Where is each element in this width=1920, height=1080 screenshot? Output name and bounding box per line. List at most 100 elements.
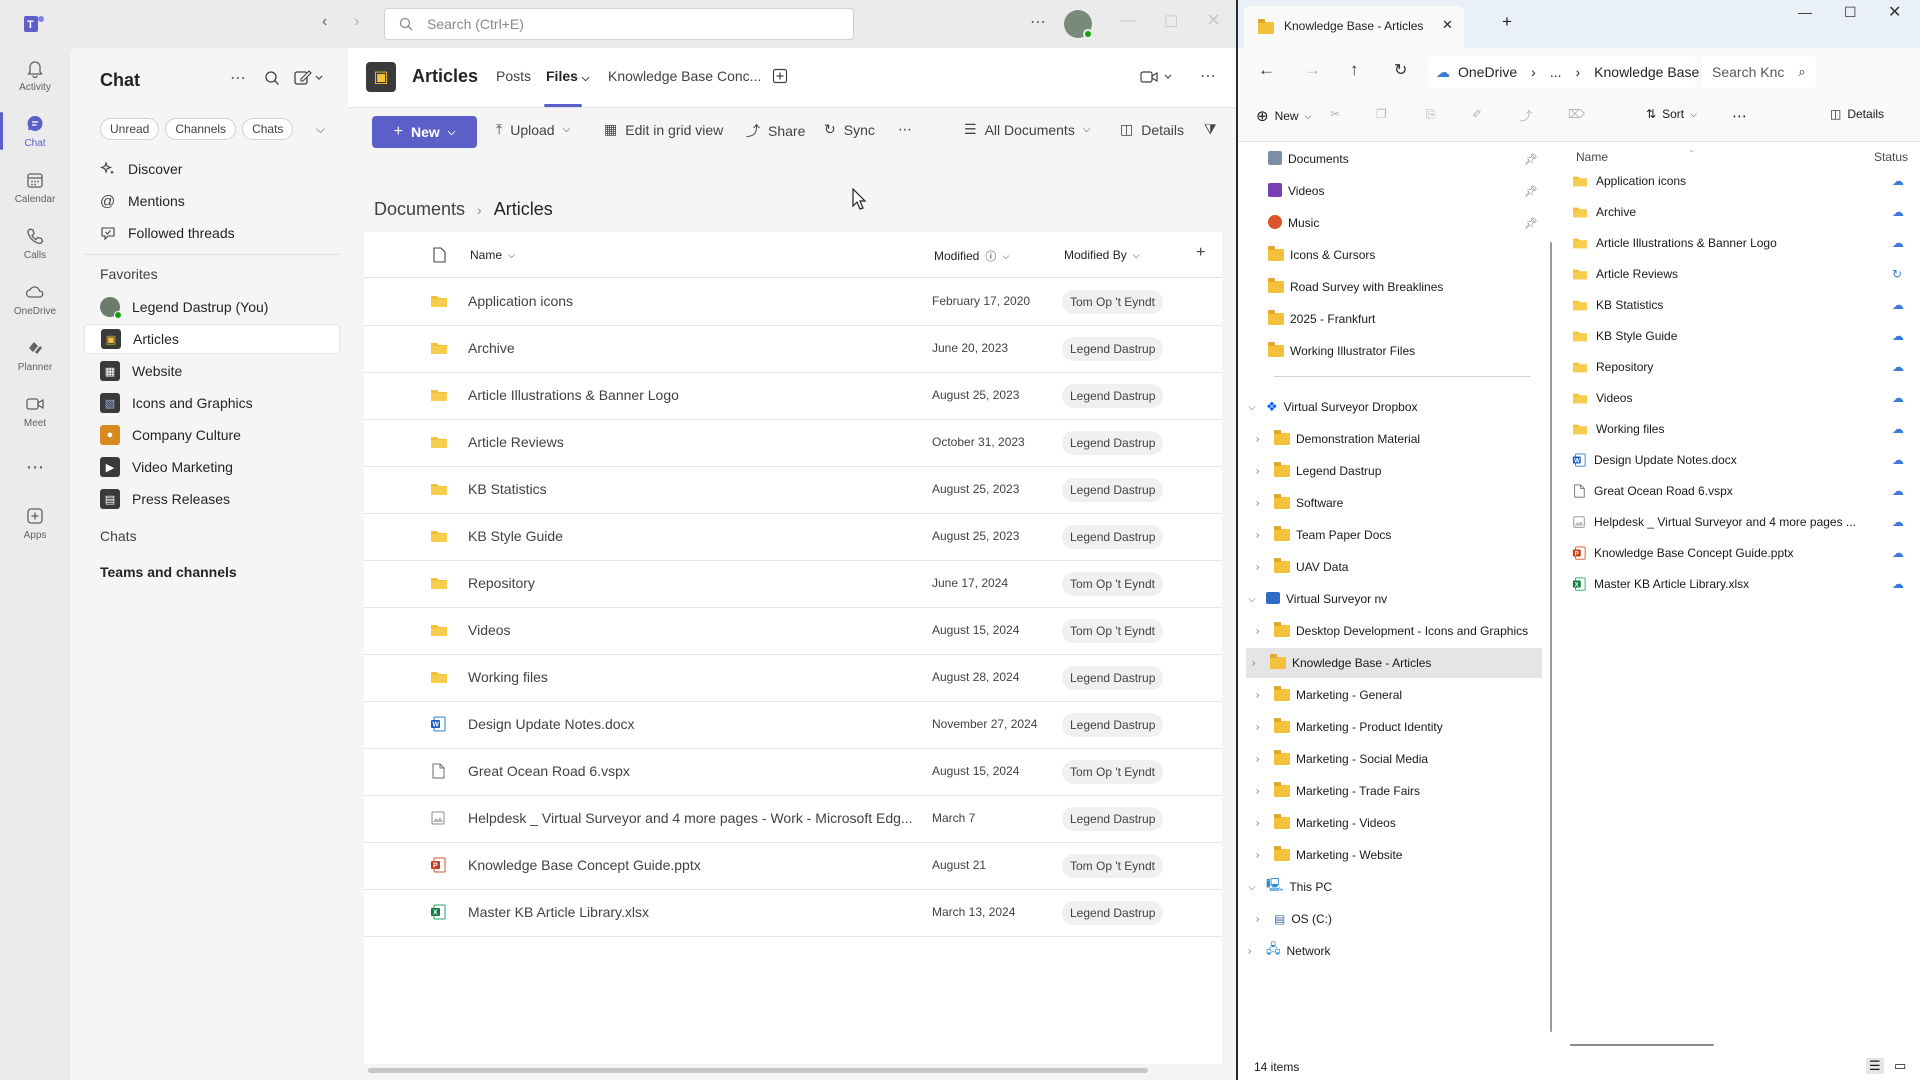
list-item[interactable]: Article Illustrations & Banner Logo ☁ [1558,228,1920,258]
list-item[interactable]: Repository ☁ [1558,352,1920,382]
list-item[interactable]: Videos ☁ [1558,383,1920,413]
file-modified-by[interactable]: Legend Dastrup [1062,431,1164,455]
nav-tree-item[interactable]: ⌵ ❖ Virtual Surveyor Dropbox [1248,392,1532,422]
share-button[interactable]: ⤴ Share [746,121,805,141]
address-bar[interactable]: ☁ OneDrive › ... › Knowledge Base - Arti [1428,56,1732,88]
close-tab-icon[interactable]: ✕ [1442,17,1453,33]
status-column-header[interactable]: Status [1874,150,1908,164]
up-arrow-icon[interactable]: ↑ [1350,60,1359,80]
tab-posts[interactable]: Posts [496,68,531,84]
chevron-right-icon[interactable]: › [1256,466,1268,477]
back-arrow-icon[interactable]: ← [1258,60,1275,80]
sync-button[interactable]: ↻ Sync [824,121,875,138]
nav-tree-item[interactable]: › ▤ OS (C:) [1256,904,1532,934]
tab-knowledge-base[interactable]: Knowledge Base Conc... [608,68,761,84]
chevron-right-icon[interactable]: › [1256,786,1268,797]
minimize-button[interactable]: — [1798,4,1812,20]
file-modified-by[interactable]: Legend Dastrup [1062,337,1164,361]
file-modified-by[interactable]: Legend Dastrup [1062,713,1164,737]
file-modified-by[interactable]: Tom Op 't Eyndt [1062,619,1163,643]
favorite-legend-dastrup[interactable]: Legend Dastrup (You) [84,292,340,322]
file-name[interactable]: Videos [468,622,511,638]
list-item[interactable]: Archive ☁ [1558,197,1920,227]
upload-button[interactable]: ⤒ Upload ⌵ [496,121,570,138]
forward-arrow-icon[interactable]: → [1304,60,1321,80]
sort-button[interactable]: ⇅ Sort ⌵ [1646,107,1697,121]
nav-tree-item[interactable]: › 🖧︎ Network [1248,936,1532,966]
quick-access-item[interactable]: Icons & Cursors [1268,240,1538,270]
chevron-right-icon[interactable]: › [1256,562,1268,573]
rail-onedrive[interactable]: OneDrive [0,272,70,326]
tiles-view-icon[interactable]: ▭ [1894,1058,1906,1074]
command-more-icon[interactable]: ⋯ [898,121,912,138]
nav-pane-scrollbar[interactable] [1550,242,1552,1032]
chevron-right-icon[interactable]: › [1256,722,1268,733]
maximize-button[interactable]: ☐ [1844,4,1857,21]
file-name[interactable]: Article Illustrations & Banner Logo [468,387,679,403]
chevron-right-icon[interactable]: › [1256,850,1268,861]
modified-by-column-header[interactable]: Modified By ⌵ [1064,248,1140,262]
nav-tree-item[interactable]: › Marketing - Product Identity [1256,712,1532,742]
chevron-right-icon[interactable]: › [1256,754,1268,765]
file-name[interactable]: Great Ocean Road 6.vspx [468,763,630,779]
horizontal-scrollbar[interactable] [1570,1044,1714,1046]
horizontal-scrollbar[interactable] [368,1068,1148,1073]
list-item[interactable]: W Design Update Notes.docx ☁ [1558,445,1920,475]
nav-tree-item[interactable]: › Marketing - General [1256,680,1532,710]
file-modified-by[interactable]: Tom Op 't Eyndt [1062,572,1163,596]
copy-icon[interactable]: ❐ [1376,107,1387,121]
file-name[interactable]: Knowledge Base Concept Guide.pptx [468,857,701,873]
chevron-right-icon[interactable]: › [1256,626,1268,637]
maximize-button[interactable]: ☐ [1164,12,1178,32]
rename-icon[interactable]: ✐ [1472,107,1482,121]
table-row[interactable]: KB Style Guide August 25, 2023 Legend Dast… [364,514,1222,561]
file-name[interactable]: KB Statistics [468,481,547,497]
nav-tree-item[interactable]: › Marketing - Videos [1256,808,1532,838]
file-modified-by[interactable]: Tom Op 't Eyndt [1062,290,1163,314]
rail-activity[interactable]: Activity [0,48,70,102]
tab-files[interactable]: Files ⌵ [546,68,589,84]
quick-access-item[interactable]: Music 📌︎ [1268,208,1538,238]
nav-tree-item[interactable]: › Marketing - Trade Fairs [1256,776,1532,806]
chevron-right-icon[interactable]: › [1256,530,1268,541]
file-name[interactable]: Design Update Notes.docx [468,716,635,732]
favorite-icons-and-graphics[interactable]: ▧ Icons and Graphics [84,388,340,418]
rail-calls[interactable]: Calls [0,216,70,270]
nav-followed-threads[interactable]: Followed threads [84,218,340,248]
nav-tree-item[interactable]: › UAV Data [1256,552,1532,582]
list-item[interactable]: X Master KB Article Library.xlsx ☁ [1558,569,1920,599]
list-item[interactable]: P Knowledge Base Concept Guide.pptx ☁ [1558,538,1920,568]
favorite-website[interactable]: ▦ Website [84,356,340,386]
quick-access-item[interactable]: Videos 📌︎ [1268,176,1538,206]
explorer-search-input[interactable]: Search Knc ⌕ [1702,56,1816,88]
nav-tree-item[interactable]: › Marketing - Website [1256,840,1532,870]
minimize-button[interactable]: — [1120,12,1136,30]
more-options-icon[interactable]: ⋯ [1030,12,1046,32]
file-name[interactable]: Repository [468,575,535,591]
address-ellipsis[interactable]: ... [1550,64,1562,80]
file-modified-by[interactable]: Legend Dastrup [1062,901,1164,925]
details-button[interactable]: ◫ Details [1120,121,1184,138]
file-name[interactable]: Article Reviews [468,434,564,450]
forward-arrow-icon[interactable]: › [354,13,359,31]
explorer-tab[interactable]: Knowledge Base - Articles ✕ [1244,6,1464,48]
list-item[interactable]: Application icons ☁ [1558,166,1920,196]
file-modified-by[interactable]: Tom Op 't Eyndt [1062,760,1163,784]
add-tab-icon[interactable] [772,68,788,84]
table-row[interactable]: Article Illustrations & Banner Logo Augus… [364,373,1222,420]
meet-video-icon[interactable] [1140,69,1176,85]
new-chat-icon[interactable] [294,69,324,87]
table-row[interactable]: Working files August 28, 2024 Legend Dastr… [364,655,1222,702]
close-button[interactable]: ✕ [1888,2,1901,22]
new-tab-icon[interactable]: + [1502,12,1512,32]
quick-access-item[interactable]: Road Survey with Breaklines [1268,272,1538,302]
file-name[interactable]: Working files [468,669,548,685]
breadcrumb-documents[interactable]: Documents [374,199,465,220]
address-onedrive[interactable]: OneDrive [1458,64,1517,80]
details-view-icon[interactable]: ☰ [1866,1058,1884,1074]
filters-chevron-down-icon[interactable]: ⌵ [316,122,325,137]
chevron-down-icon[interactable]: ⌵ [1248,882,1260,893]
nav-tree-item[interactable]: › Desktop Development - Icons and Graphic… [1256,616,1532,646]
quick-access-item[interactable]: 2025 - Frankfurt [1268,304,1538,334]
chevron-right-icon[interactable]: › [1256,498,1268,509]
